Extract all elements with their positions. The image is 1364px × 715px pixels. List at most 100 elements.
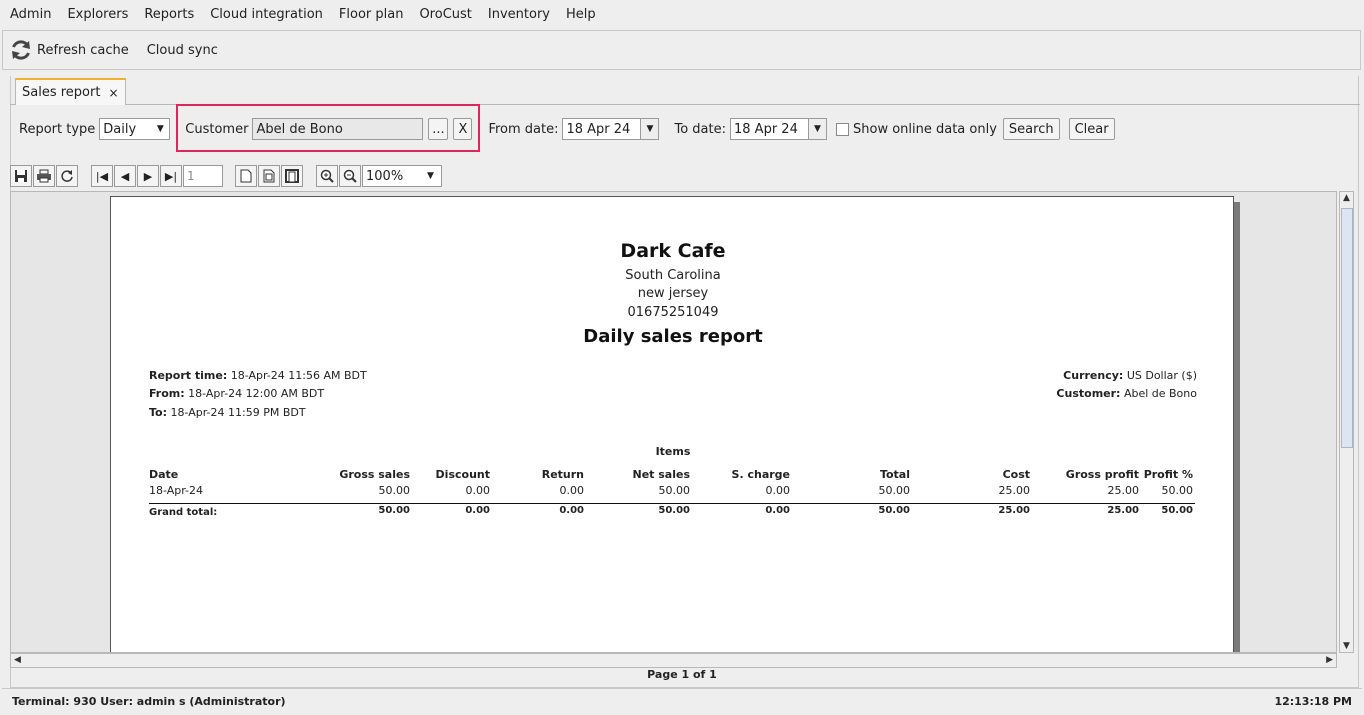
status-clock: 12:13:18 PM — [1274, 695, 1352, 708]
cell-return: 0.00 — [559, 484, 585, 497]
total-total: 50.00 — [878, 505, 910, 516]
print-icon[interactable] — [33, 165, 55, 187]
actual-size-icon[interactable] — [235, 165, 257, 187]
page-indicator: Page 1 of 1 — [647, 668, 717, 681]
cell-gross-sales: 50.00 — [378, 484, 411, 497]
close-icon[interactable]: × — [108, 86, 118, 100]
tab-sales-report[interactable]: Sales report × — [15, 78, 126, 105]
chevron-down-icon[interactable]: ▼ — [640, 119, 659, 139]
report-to: To: 18-Apr-24 11:59 PM BDT — [149, 406, 306, 419]
chevron-down-icon[interactable]: ▼ — [808, 119, 826, 139]
menu-inventory[interactable]: Inventory — [480, 0, 558, 30]
report-type-value: Daily — [103, 121, 137, 137]
previous-page-icon[interactable]: ◀ — [114, 165, 136, 187]
report-time: Report time: 18-Apr-24 11:56 AM BDT — [149, 369, 367, 382]
cloud-sync-label: Cloud sync — [146, 42, 218, 58]
fit-page-icon[interactable] — [258, 165, 280, 187]
zoom-in-icon[interactable] — [316, 165, 338, 187]
to-date-picker[interactable]: 18 Apr 24 ▼ — [730, 118, 827, 140]
clear-button[interactable]: Clear — [1068, 118, 1115, 140]
tab-label: Sales report — [22, 85, 101, 100]
scroll-left-icon[interactable]: ◀ — [14, 655, 21, 665]
customer-field[interactable]: Abel de Bono — [252, 118, 424, 140]
col-discount: Discount — [435, 468, 490, 481]
total-net-sales: 50.00 — [658, 505, 690, 516]
menu-admin[interactable]: Admin — [2, 0, 59, 30]
cell-total: 50.00 — [878, 484, 911, 497]
zoom-out-icon[interactable] — [339, 165, 361, 187]
from-date-label: From date: — [488, 121, 559, 137]
total-divider — [149, 503, 1195, 504]
cell-date: 18-Apr-24 — [149, 484, 204, 497]
menu-help[interactable]: Help — [558, 0, 604, 30]
report-currency: Currency: US Dollar ($) — [1063, 369, 1197, 382]
cell-cost: 25.00 — [998, 484, 1031, 497]
report-customer: Customer: Abel de Bono — [1056, 387, 1197, 400]
fit-width-icon[interactable] — [281, 165, 303, 187]
reload-icon[interactable] — [56, 165, 78, 187]
menu-explorers[interactable]: Explorers — [59, 0, 136, 30]
menu-bar: Admin Explorers Reports Cloud integratio… — [0, 0, 1364, 30]
report-type-select[interactable]: Daily ▼ — [99, 118, 171, 140]
company-address-1: South Carolina — [625, 268, 721, 283]
refresh-icon — [9, 38, 33, 62]
cell-net-sales: 50.00 — [658, 484, 691, 497]
report-page: Dark Cafe South Carolina new jersey 0167… — [110, 196, 1234, 652]
menu-reports[interactable]: Reports — [136, 0, 202, 30]
cloud-sync-button[interactable]: Cloud sync — [147, 43, 218, 58]
first-page-icon[interactable]: |◀ — [91, 165, 113, 187]
menu-floor-plan[interactable]: Floor plan — [331, 0, 412, 30]
total-return: 0.00 — [559, 505, 584, 516]
browse-customer-button[interactable]: ... — [428, 118, 449, 140]
zoom-value: 100% — [366, 168, 404, 184]
scroll-down-icon[interactable]: ▼ — [1343, 641, 1350, 651]
chevron-down-icon: ▼ — [156, 124, 164, 134]
status-bar: Terminal: 930 User: admin s (Administrat… — [2, 688, 1362, 714]
col-return: Return — [541, 468, 584, 481]
page-number-input[interactable]: 1 — [183, 165, 223, 187]
report-viewport: Dark Cafe South Carolina new jersey 0167… — [10, 191, 1337, 653]
vertical-scroll-thumb[interactable] — [1341, 208, 1353, 448]
col-gross-sales: Gross sales — [339, 468, 410, 481]
main-toolbar: Refresh cache Cloud sync — [2, 30, 1361, 70]
scroll-up-icon[interactable]: ▲ — [1343, 193, 1350, 203]
cell-gross-profit: 25.00 — [1107, 484, 1140, 497]
menu-cloud-integration[interactable]: Cloud integration — [202, 0, 331, 30]
search-button[interactable]: Search — [1002, 118, 1060, 140]
from-date-picker[interactable]: 18 Apr 24 ▼ — [562, 118, 660, 140]
next-page-icon[interactable]: ▶ — [137, 165, 159, 187]
cell-service-charge: 0.00 — [765, 484, 791, 497]
company-phone: 01675251049 — [627, 305, 719, 320]
refresh-cache-button[interactable]: Refresh cache — [9, 38, 129, 62]
col-profit-percent: Profit % — [1143, 468, 1193, 481]
company-address-2: new jersey — [637, 286, 709, 301]
cell-discount: 0.00 — [465, 484, 491, 497]
clear-customer-button[interactable]: X — [453, 118, 473, 140]
scroll-right-icon[interactable]: ▶ — [1326, 655, 1333, 665]
last-page-icon[interactable]: ▶| — [160, 165, 182, 187]
zoom-select[interactable]: 100% ▼ — [362, 165, 442, 187]
horizontal-scrollbar[interactable]: ◀ ▶ — [10, 653, 1337, 668]
report-from: From: 18-Apr-24 12:00 AM BDT — [149, 387, 325, 400]
col-cost: Cost — [1002, 468, 1030, 481]
from-date-value: 18 Apr 24 — [566, 121, 631, 137]
total-discount: 0.00 — [465, 505, 490, 516]
refresh-cache-label: Refresh cache — [37, 42, 129, 58]
report-viewer-toolbar: |◀ ◀ ▶ ▶| 1 100% ▼ — [10, 164, 442, 188]
total-gross-sales: 50.00 — [378, 505, 410, 516]
online-only-checkbox[interactable] — [836, 122, 849, 136]
save-icon[interactable] — [10, 165, 32, 187]
col-date: Date — [149, 468, 179, 481]
chevron-down-icon: ▼ — [427, 171, 434, 181]
filter-row: Report type Daily ▼ Customer Abel de Bon… — [19, 114, 1115, 144]
col-service-charge: S. charge — [731, 468, 790, 481]
customer-label: Customer — [185, 121, 249, 137]
menu-orocust[interactable]: OroCust — [411, 0, 479, 30]
total-profit-percent: 50.00 — [1161, 505, 1193, 516]
grand-total-label: Grand total: — [149, 507, 218, 518]
section-items: Items — [655, 445, 691, 458]
total-cost: 25.00 — [998, 505, 1030, 516]
total-gross-profit: 25.00 — [1107, 505, 1139, 516]
vertical-scrollbar[interactable]: ▲ ▼ — [1339, 191, 1354, 653]
cell-profit-percent: 50.00 — [1161, 484, 1194, 497]
